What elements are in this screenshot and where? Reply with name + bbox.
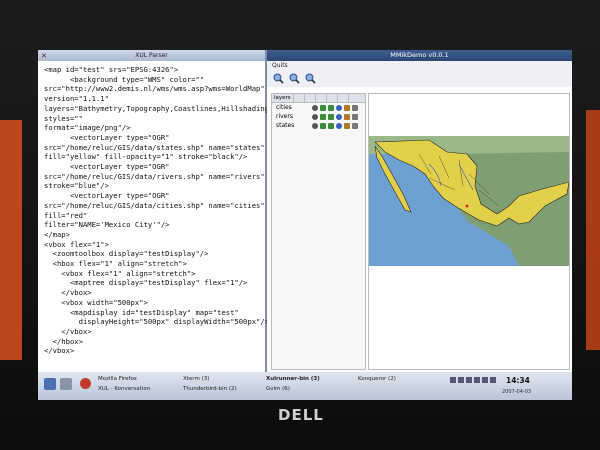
map-canvas[interactable] (369, 94, 569, 369)
task-gvim[interactable]: Gvim (6) (266, 386, 290, 393)
task-mozilla-firefox[interactable]: Mozilla Firefox (98, 376, 137, 383)
close-icon[interactable]: ✕ (41, 51, 47, 62)
layer-name: states (276, 122, 295, 129)
layer-name: cities (276, 104, 292, 111)
code-line: </vbox> (44, 346, 75, 356)
menu-quits[interactable]: Quits (267, 61, 572, 70)
map-demo-titlebar[interactable]: MMikDemo v0.0.1 (267, 50, 572, 61)
task-thunderbird[interactable]: Thunderbird-bin (2) (183, 386, 237, 393)
code-line: <background type="WMS" color="" (44, 74, 205, 84)
xml-parser-titlebar[interactable]: ✕ XUL Parser (38, 50, 265, 61)
code-line: <zoomtoolbox display="testDisplay"/> (44, 249, 209, 259)
info-icon[interactable] (336, 113, 342, 120)
info-icon[interactable] (336, 104, 342, 111)
code-line: <vectorLayer type="OGR" (44, 191, 170, 201)
clock[interactable]: 14:34 (506, 376, 530, 385)
style-icon[interactable] (352, 113, 358, 120)
edit-icon[interactable] (344, 104, 350, 111)
zoom-full-icon[interactable] (305, 73, 316, 84)
dell-logo: DELL (278, 406, 324, 424)
screen: ✕ XUL Parser <map id="test" srs="EPSG:43… (38, 50, 572, 400)
code-line: styles="" (44, 113, 83, 123)
app-launcher-icon[interactable] (80, 378, 91, 389)
window-title: XUL Parser (135, 52, 168, 59)
map-display[interactable] (368, 93, 570, 370)
background-light-right (586, 110, 600, 350)
code-line: <vbox flex="1"> (44, 239, 109, 249)
code-line: <vectorLayer type="OGR" (44, 162, 170, 172)
visibility-icon[interactable] (312, 113, 318, 120)
zoom-out-icon[interactable] (289, 73, 300, 84)
code-line: displayHeight="500px" displayWidth="500p… (44, 317, 270, 327)
edit-icon[interactable] (344, 122, 350, 129)
code-line: <map id="test" srs="EPSG:4326"> (44, 65, 179, 74)
tray-icon[interactable] (490, 377, 496, 383)
code-line: <mapdisplay id="testDisplay" map="test" (44, 307, 239, 317)
code-line: src="/home/reluc/GIS/data/states.shp" na… (44, 142, 265, 152)
code-line: layers="Bathymetry,Topography,Coastlines… (44, 103, 274, 113)
task-xterm[interactable]: Xterm (3) (183, 376, 209, 383)
style-icon[interactable] (352, 122, 358, 129)
code-line: version="1.1.1" (44, 94, 109, 104)
code-line: </vbox> (44, 288, 92, 298)
layer-tree: layers cities rivers states (271, 93, 366, 370)
code-line: <vbox flex="1" align="stretch"> (44, 268, 196, 278)
zoom-toolbox (267, 70, 572, 87)
system-tray (450, 377, 498, 393)
tray-icon[interactable] (466, 377, 472, 383)
code-line: </map> (44, 229, 70, 239)
move-down-icon[interactable] (328, 113, 334, 120)
move-down-icon[interactable] (328, 104, 334, 111)
move-up-icon[interactable] (320, 104, 326, 111)
move-up-icon[interactable] (320, 122, 326, 129)
move-down-icon[interactable] (328, 122, 334, 129)
tray-icon[interactable] (450, 377, 456, 383)
code-line: </hbox> (44, 336, 83, 346)
code-line: filter="NAME='Mexico City'"/> (44, 220, 170, 230)
xml-parser-window: ✕ XUL Parser <map id="test" srs="EPSG:43… (38, 50, 274, 372)
taskbar: Mozilla Firefox XUL - Konversation Xterm… (38, 372, 572, 400)
code-line: src="http://www2.demis.nl/wms/wms.asp?wm… (44, 84, 265, 94)
task-konversation[interactable]: XUL - Konversation (98, 386, 150, 393)
layer-name: rivers (276, 113, 293, 120)
layer-tree-header: layers (272, 94, 365, 103)
layer-row-states[interactable]: states (272, 121, 365, 130)
code-line: format="image/png"/> (44, 123, 131, 133)
background-light-left (0, 120, 22, 360)
visibility-icon[interactable] (312, 122, 318, 129)
task-xulrunner[interactable]: Xulrunner-bin (3) (266, 376, 320, 383)
code-line: </vbox> (44, 326, 92, 336)
desktop-icon[interactable] (60, 378, 72, 390)
layers-column-label: layers (272, 94, 294, 102)
visibility-icon[interactable] (312, 104, 318, 111)
menu-launcher-icon[interactable] (44, 378, 56, 390)
move-up-icon[interactable] (320, 113, 326, 120)
code-line: <maptree display="testDisplay" flex="1"/… (44, 278, 248, 288)
style-icon[interactable] (352, 104, 358, 111)
tray-icon[interactable] (458, 377, 464, 383)
edit-icon[interactable] (344, 113, 350, 120)
code-line: <vbox width="500px"> (44, 297, 148, 307)
mexico-city-point (465, 204, 469, 208)
code-line: <hbox flex="1" align="stretch"> (44, 259, 187, 269)
info-icon[interactable] (336, 122, 342, 129)
map-demo-window: MMikDemo v0.0.1 Quits layers cities rive… (267, 50, 572, 372)
zoom-in-icon[interactable] (273, 73, 284, 84)
date: 2007-04-03 (502, 389, 532, 395)
layer-row-cities[interactable]: cities (272, 103, 365, 112)
code-line: fill="red" (44, 210, 88, 220)
layer-row-rivers[interactable]: rivers (272, 112, 365, 121)
code-line: src="/home/reluc/GIS/data/cities.shp" na… (44, 200, 265, 210)
code-line: fill="yellow" fill-opacity="1" stroke="b… (44, 152, 248, 162)
tray-icon[interactable] (482, 377, 488, 383)
code-line: src="/home/reluc/GIS/data/rivers.shp" na… (44, 171, 265, 181)
code-line: <vectorLayer type="OGR" (44, 132, 170, 142)
xml-code-text[interactable]: <map id="test" srs="EPSG:4326"> <backgro… (38, 61, 274, 356)
tray-icon[interactable] (474, 377, 480, 383)
window-title: MMikDemo v0.0.1 (390, 51, 449, 59)
task-konqueror[interactable]: Konqueror (2) (358, 376, 396, 383)
code-line: stroke="blue"/> (44, 181, 109, 191)
